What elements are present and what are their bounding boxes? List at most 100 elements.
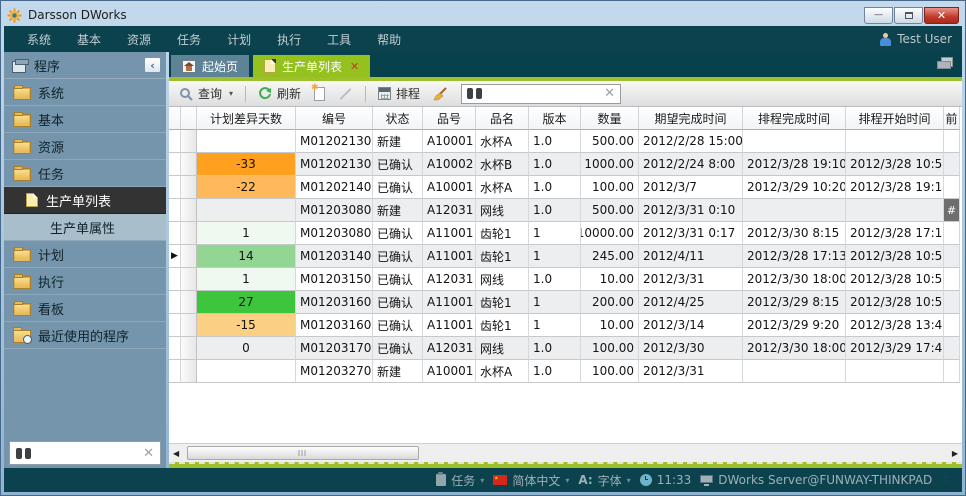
clock-display: 11:33	[640, 473, 692, 487]
cell-qty: 1000.00	[581, 153, 639, 176]
table-row[interactable]: 1M012030802已确认A11001齿轮1110000.002012/3/3…	[169, 222, 962, 245]
column-header[interactable]: 前	[944, 107, 960, 130]
task-status-button[interactable]: 任务 ▾	[436, 472, 484, 489]
sidebar-item[interactable]: 看板	[4, 295, 166, 322]
sidebar-item-label: 基本	[38, 110, 64, 129]
toolbar-separator	[245, 86, 246, 102]
edit-button[interactable]	[335, 91, 356, 97]
column-header[interactable]	[169, 107, 181, 130]
cell-sched_end	[743, 130, 846, 153]
column-header[interactable]: 编号	[296, 107, 373, 130]
cell-code: M012031402	[296, 245, 373, 268]
sidebar-item[interactable]: 执行	[4, 268, 166, 295]
tab-production-order-list[interactable]: 生产单列表 ✕	[253, 55, 370, 77]
table-row[interactable]: ▶14M012031402已确认A11001齿轮11245.002012/4/1…	[169, 245, 962, 268]
table-row[interactable]: M012021301新建A10001水杯A1.0500.002012/2/28 …	[169, 130, 962, 153]
user-badge[interactable]: Test User	[880, 32, 952, 46]
maximize-button[interactable]	[894, 7, 923, 24]
title-bar[interactable]: Darsson DWorks — ✕	[4, 4, 962, 26]
horizontal-scrollbar[interactable]: ◀ ▶	[169, 443, 962, 462]
cell-due: 2012/3/31 0:17	[639, 222, 743, 245]
new-button[interactable]	[311, 85, 328, 103]
sidebar-title: 程序	[34, 56, 60, 75]
table-row[interactable]: -33M012021302已确认A10002水杯B1.01000.002012/…	[169, 153, 962, 176]
table-row[interactable]: -15M012031602已确认A11001齿轮1110.002012/3/14…	[169, 314, 962, 337]
cell-item_no: A11001	[423, 222, 476, 245]
clean-button[interactable]	[430, 85, 451, 103]
tab-close-icon[interactable]: ✕	[350, 60, 359, 73]
sidebar-item[interactable]: 任务	[4, 160, 166, 187]
scroll-right-icon[interactable]: ▶	[948, 444, 962, 462]
cell-version: 1.0	[529, 130, 581, 153]
menu-item[interactable]: 计划	[214, 26, 264, 53]
scroll-left-icon[interactable]: ◀	[169, 444, 183, 462]
cell-due: 2012/3/14	[639, 314, 743, 337]
query-button[interactable]: 查询 ▾	[176, 83, 236, 104]
menu-item[interactable]: 资源	[114, 26, 164, 53]
toolbar-search-clear-icon[interactable]: ✕	[604, 87, 615, 100]
sidebar-collapse-button[interactable]: ‹	[144, 57, 161, 73]
sidebar-item-label: 资源	[38, 137, 64, 156]
toolbar-search-input[interactable]	[487, 87, 599, 101]
cell-diff	[197, 360, 296, 383]
language-selector[interactable]: 简体中文 ▾	[493, 472, 569, 489]
column-header[interactable]: 计划差异天数	[197, 107, 296, 130]
sidebar-item[interactable]: 系统	[4, 79, 166, 106]
row-header-cell	[181, 337, 197, 360]
cell-sched_end: 2012/3/29 8:15	[743, 291, 846, 314]
sidebar-item[interactable]: 生产单列表	[4, 187, 166, 214]
cell-sched_start: 2012/3/28 13:40	[846, 314, 944, 337]
column-header[interactable]	[181, 107, 197, 130]
cell-item_no: A12031	[423, 337, 476, 360]
table-row[interactable]: M012032701新建A10001水杯A1.0100.002012/3/31	[169, 360, 962, 383]
menu-item[interactable]: 帮助	[364, 26, 414, 53]
menu-item[interactable]: 系统	[14, 26, 64, 53]
column-header[interactable]: 品名	[476, 107, 529, 130]
sidebar-item[interactable]: 最近使用的程序	[4, 322, 166, 349]
column-header[interactable]: 期望完成时间	[639, 107, 743, 130]
cell-version: 1	[529, 245, 581, 268]
column-header[interactable]: 数量	[581, 107, 639, 130]
tab-start-page[interactable]: 起始页	[171, 55, 249, 77]
tab-strip: 起始页 生产单列表 ✕	[169, 52, 962, 77]
column-header[interactable]: 版本	[529, 107, 581, 130]
minimize-button[interactable]: —	[864, 7, 893, 24]
column-header[interactable]: 品号	[423, 107, 476, 130]
sidebar-item-label: 计划	[38, 245, 64, 264]
cell-due: 2012/4/11	[639, 245, 743, 268]
refresh-button[interactable]: 刷新	[255, 83, 304, 104]
menu-item[interactable]: 任务	[164, 26, 214, 53]
cell-sched_end: 2012/3/29 10:20	[743, 176, 846, 199]
resize-grip[interactable]: ∵	[943, 475, 950, 485]
column-header[interactable]: 排程完成时间	[743, 107, 846, 130]
sidebar-item[interactable]: 资源	[4, 133, 166, 160]
table-row[interactable]: 27M012031601已确认A11001齿轮11200.002012/4/25…	[169, 291, 962, 314]
sidebar-item[interactable]: 生产单属性	[4, 214, 166, 241]
close-button[interactable]: ✕	[924, 7, 959, 24]
menu-item[interactable]: 工具	[314, 26, 364, 53]
row-header-cell	[181, 199, 197, 222]
table-row[interactable]: -22M012021401已确认A10001水杯A1.0100.002012/3…	[169, 176, 962, 199]
column-header[interactable]: 排程开始时间	[846, 107, 944, 130]
sidebar-search-box: ✕	[9, 441, 161, 465]
sidebar-item[interactable]: 计划	[4, 241, 166, 268]
cell-extra	[944, 337, 960, 360]
cell-version: 1	[529, 222, 581, 245]
menu-item[interactable]: 基本	[64, 26, 114, 53]
sidebar-item[interactable]: 基本	[4, 106, 166, 133]
sidebar-search-input[interactable]	[37, 446, 137, 460]
table-row[interactable]: 1M012031501已确认A12031网线1.010.002012/3/312…	[169, 268, 962, 291]
cell-sched_start: 2012/3/29 17:46	[846, 337, 944, 360]
column-header[interactable]: 状态	[373, 107, 423, 130]
window-controls: — ✕	[864, 7, 959, 24]
cell-qty: 10.00	[581, 314, 639, 337]
schedule-button[interactable]: 排程	[375, 83, 423, 104]
sidebar-search-clear-icon[interactable]: ✕	[143, 447, 154, 460]
scrollbar-thumb[interactable]	[187, 446, 419, 460]
table-row[interactable]: M012030801新建A12031网线1.0500.002012/3/31 0…	[169, 199, 962, 222]
user-name: Test User	[897, 32, 952, 46]
window-list-icon[interactable]	[937, 57, 953, 69]
table-row[interactable]: 0M012031701已确认A12031网线1.0100.002012/3/30…	[169, 337, 962, 360]
font-selector[interactable]: A: 字体 ▾	[578, 472, 630, 489]
menu-item[interactable]: 执行	[264, 26, 314, 53]
